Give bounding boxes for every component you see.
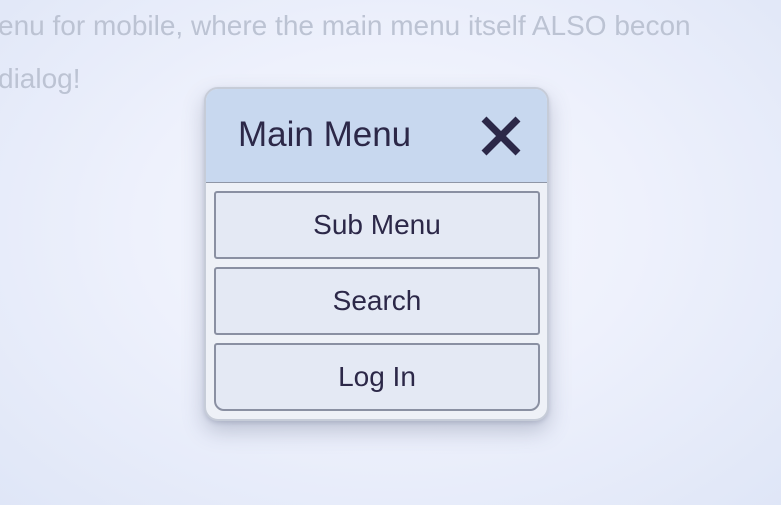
menu-item-log-in[interactable]: Log In xyxy=(214,343,540,411)
close-x-icon xyxy=(481,116,521,156)
menu-item-search[interactable]: Search xyxy=(214,267,540,335)
close-button[interactable] xyxy=(478,113,524,159)
dialog-title: Main Menu xyxy=(238,115,412,154)
dialog-header: Main Menu xyxy=(206,89,547,183)
main-menu-dialog: Main Menu Sub Menu Search Log In xyxy=(204,87,549,421)
background-text-line-1: enu for mobile, where the main menu itse… xyxy=(0,10,691,41)
menu-item-sub-menu[interactable]: Sub Menu xyxy=(214,191,540,259)
background-text-line-2: dialog! xyxy=(0,63,81,94)
